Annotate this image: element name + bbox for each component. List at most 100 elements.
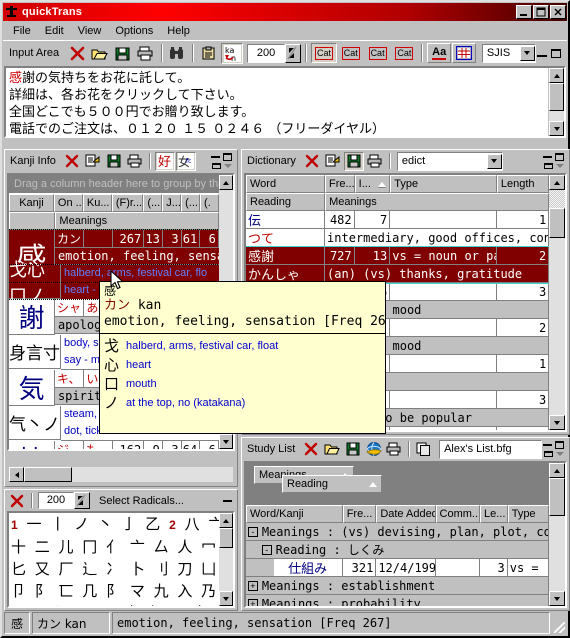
menu-file[interactable]: File	[6, 24, 38, 38]
scroll-track[interactable]	[218, 548, 233, 591]
scroll-thumb[interactable]	[549, 208, 565, 238]
mdi-maximize-button[interactable]	[551, 48, 561, 58]
panel-minimize-button[interactable]	[211, 156, 220, 158]
column-header-c1[interactable]: (...	[181, 194, 201, 212]
scroll-down-button[interactable]	[549, 121, 564, 136]
column-header-reading[interactable]: Reading	[246, 193, 326, 211]
table-row[interactable]: 仕組み 321 12/4/199 3 vs =	[246, 559, 550, 577]
group-chip-reading[interactable]: Reading	[282, 475, 382, 493]
clipboard-icon[interactable]	[198, 42, 221, 64]
zoom-value[interactable]: 200	[247, 43, 286, 63]
kanji-glyph[interactable]: 持	[9, 441, 55, 449]
clear-icon[interactable]	[66, 42, 88, 64]
tree-row[interactable]: - Reading : しくみ	[246, 541, 550, 559]
panel-maximize-button[interactable]	[555, 441, 564, 449]
kanji-red-icon[interactable]: 好	[154, 151, 175, 171]
save-disk-icon[interactable]	[343, 151, 364, 171]
column-header-c2[interactable]: (.	[200, 194, 219, 212]
scroll-up-button[interactable]	[549, 175, 565, 190]
clear-icon[interactable]	[62, 152, 82, 171]
encoding-combo[interactable]: SJIS	[481, 43, 536, 63]
table-row[interactable]: 持 ジ も. 162 9 3 64 6 hold, have	[9, 441, 219, 449]
dictionary-select[interactable]: edict	[396, 151, 503, 171]
radical-row[interactable]: 3 口 亅 艹 氵 寸 土 丶 女 小	[9, 602, 218, 606]
radical-row[interactable]: 1 一 丨 ノ 丶 亅 乙 2 八 亠	[9, 513, 219, 536]
expander-icon[interactable]: -	[247, 526, 258, 537]
panel-collapse-icon[interactable]	[556, 164, 564, 168]
copy-icon[interactable]	[323, 152, 343, 171]
scroll-up-button[interactable]	[218, 513, 233, 528]
print-icon[interactable]	[134, 42, 157, 64]
scroll-down-button[interactable]	[549, 591, 565, 606]
column-header-comment[interactable]: Comm...	[435, 505, 480, 523]
panel-collapse-icon[interactable]	[556, 452, 564, 456]
save-disk-icon[interactable]	[343, 440, 363, 459]
column-header-kanji[interactable]: Kanji	[9, 194, 54, 212]
scroll-thumb[interactable]	[549, 83, 564, 111]
scroll-thumb[interactable]	[24, 467, 72, 482]
input-scrollbar[interactable]	[548, 68, 564, 136]
scroll-down-button[interactable]	[218, 591, 233, 606]
clear-icon[interactable]	[7, 491, 27, 510]
dictionary-vscrollbar[interactable]	[549, 175, 565, 430]
column-header-meanings[interactable]: Meanings	[325, 193, 550, 211]
study-list-grid[interactable]: Meanings Reading Word/Kanji Fre... Date …	[244, 461, 567, 608]
panel-minimize-button[interactable]	[543, 444, 552, 446]
find-binoculars-icon[interactable]	[166, 42, 189, 64]
scroll-track[interactable]	[549, 516, 565, 591]
kanji-glyph[interactable]: 謝	[9, 299, 55, 335]
browser-icon[interactable]	[364, 440, 384, 459]
print-icon[interactable]	[125, 152, 145, 171]
scroll-thumb[interactable]	[218, 528, 233, 548]
radical-row[interactable]: 十 二 儿 冂 亻 亠 厶 人 冖 ク	[9, 536, 219, 558]
input-area[interactable]: 感謝の気持ちをお花に託して。 詳細は、各お花をクリックして下さい。 全国どこでも…	[4, 66, 566, 138]
tree-row[interactable]: - Meanings : (vs) devising, plan, plot, …	[246, 523, 550, 541]
clear-icon[interactable]	[302, 152, 322, 171]
zoom-spin-arrows[interactable]	[285, 43, 302, 63]
column-header-freq[interactable]: (F)r...	[111, 194, 144, 212]
scroll-up-button[interactable]	[549, 463, 565, 478]
kanji-info-hscrollbar[interactable]	[9, 467, 233, 482]
scroll-track[interactable]	[549, 111, 564, 121]
menu-edit[interactable]: Edit	[38, 24, 71, 38]
expander-icon[interactable]: +	[247, 598, 258, 606]
input-text[interactable]: 感謝の気持ちをお花に託して。 詳細は、各お花をクリックして下さい。 全国どこでも…	[6, 68, 548, 136]
scroll-down-button[interactable]	[218, 434, 233, 449]
save-disk-icon[interactable]	[111, 42, 134, 64]
scroll-up-button[interactable]	[218, 175, 233, 190]
panel-maximize-button[interactable]	[223, 153, 232, 161]
column-header-index[interactable]: I...	[354, 175, 391, 193]
category-button-1[interactable]: Cat	[311, 43, 337, 63]
column-header-type[interactable]: Type	[507, 505, 550, 523]
stroke-count-spin[interactable]	[74, 492, 90, 509]
panel-restore-button[interactable]	[544, 163, 553, 169]
table-icon[interactable]	[452, 43, 476, 63]
scroll-track-lower[interactable]	[549, 238, 565, 415]
column-header-freq[interactable]: Fre...	[324, 175, 355, 193]
copy-icon[interactable]	[83, 152, 103, 171]
kanji-glyph[interactable]: 気	[9, 370, 55, 406]
column-header-length[interactable]: Length	[496, 175, 550, 193]
column-header-meanings[interactable]: Meanings	[55, 212, 219, 230]
tree-row[interactable]: + Meanings : probability	[246, 595, 550, 606]
group-bar[interactable]: Drag a column header here to group by th…	[9, 175, 219, 194]
column-header-on[interactable]: On ...	[53, 194, 83, 212]
radicals-vscrollbar[interactable]	[218, 513, 233, 606]
table-row[interactable]: 感謝 727 13 vs = noun or pa 2 かんしゃ (an) (v…	[246, 246, 550, 284]
stroke-count-value[interactable]: 200	[38, 492, 74, 509]
menu-options[interactable]: Options	[108, 24, 160, 38]
menu-help[interactable]: Help	[160, 24, 197, 38]
column-header-date-added[interactable]: Date Added	[376, 505, 436, 523]
expander-icon[interactable]: +	[247, 580, 258, 591]
column-header-kun[interactable]: Ku...	[82, 194, 112, 212]
column-header-strokes[interactable]: (...	[143, 194, 163, 212]
study-list-vscrollbar[interactable]	[549, 463, 565, 606]
print-icon[interactable]	[365, 152, 385, 171]
column-header-freq[interactable]: Fre...	[342, 505, 377, 523]
scroll-up-button[interactable]	[549, 68, 564, 83]
scroll-thumb[interactable]	[549, 478, 565, 516]
column-header-type[interactable]: Type	[390, 175, 497, 193]
table-row[interactable]: 伝 482 7 1 つて intermediary, good offices,…	[246, 211, 550, 247]
column-header-length[interactable]: Le...	[480, 505, 508, 523]
column-header-grade[interactable]: J...	[162, 194, 182, 212]
